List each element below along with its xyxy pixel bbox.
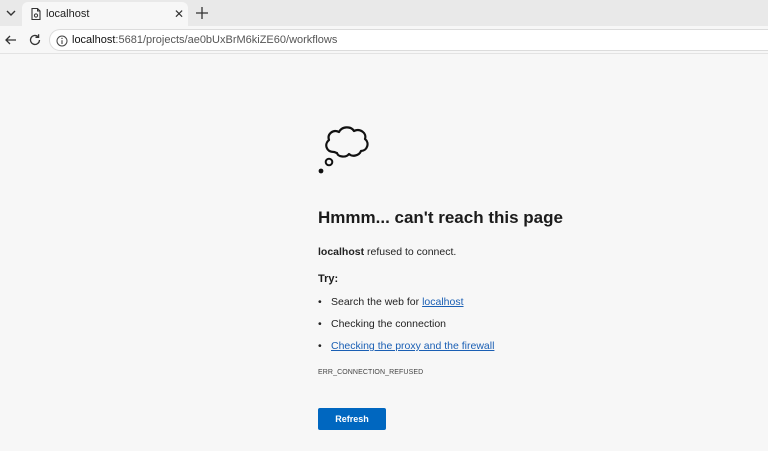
error-message: localhost refused to connect. bbox=[318, 246, 456, 258]
tab-close-icon[interactable]: ✕ bbox=[172, 7, 186, 21]
thought-cloud-icon bbox=[316, 124, 370, 176]
tab-title: localhost bbox=[46, 8, 90, 20]
document-broken-icon bbox=[29, 7, 43, 21]
url-host: localhost bbox=[72, 34, 116, 46]
reload-icon[interactable] bbox=[27, 32, 43, 48]
new-tab-plus-icon[interactable] bbox=[194, 5, 210, 21]
suggestion-search-web: • Search the web for localhost bbox=[318, 296, 464, 308]
url-path: :5681/projects/ae0bUxBrM6kiZE60/workflow… bbox=[115, 34, 338, 46]
error-code: ERR_CONNECTION_REFUSED bbox=[318, 369, 424, 376]
site-info-icon[interactable] bbox=[56, 34, 68, 47]
try-label: Try: bbox=[318, 273, 339, 285]
refresh-button[interactable]: Refresh bbox=[318, 408, 386, 430]
suggestion-check-proxy: • Checking the proxy and the firewall bbox=[318, 340, 495, 352]
back-arrow-icon[interactable] bbox=[3, 32, 19, 48]
error-host: localhost bbox=[318, 246, 365, 258]
check-proxy-firewall-link[interactable]: Checking the proxy and the firewall bbox=[331, 340, 494, 352]
suggestion-text: Checking the connection bbox=[331, 318, 446, 330]
error-message-suffix: refused to connect. bbox=[364, 246, 457, 258]
url-text: localhost:5681/projects/ae0bUxBrM6kiZE60… bbox=[72, 34, 337, 46]
tab-actions-chevron-down-icon[interactable] bbox=[2, 4, 20, 22]
page-title: Hmmm... can't reach this page bbox=[318, 208, 563, 227]
tab-strip: localhost ✕ bbox=[0, 0, 768, 26]
tab-localhost[interactable]: localhost ✕ bbox=[22, 2, 188, 26]
suggestion-check-connection: • Checking the connection bbox=[318, 318, 446, 330]
browser-toolbar: localhost:5681/projects/ae0bUxBrM6kiZE60… bbox=[0, 26, 768, 54]
address-bar[interactable]: localhost:5681/projects/ae0bUxBrM6kiZE60… bbox=[49, 29, 768, 51]
suggestion-text: Search the web for bbox=[331, 296, 423, 308]
search-localhost-link[interactable]: localhost bbox=[422, 296, 463, 308]
